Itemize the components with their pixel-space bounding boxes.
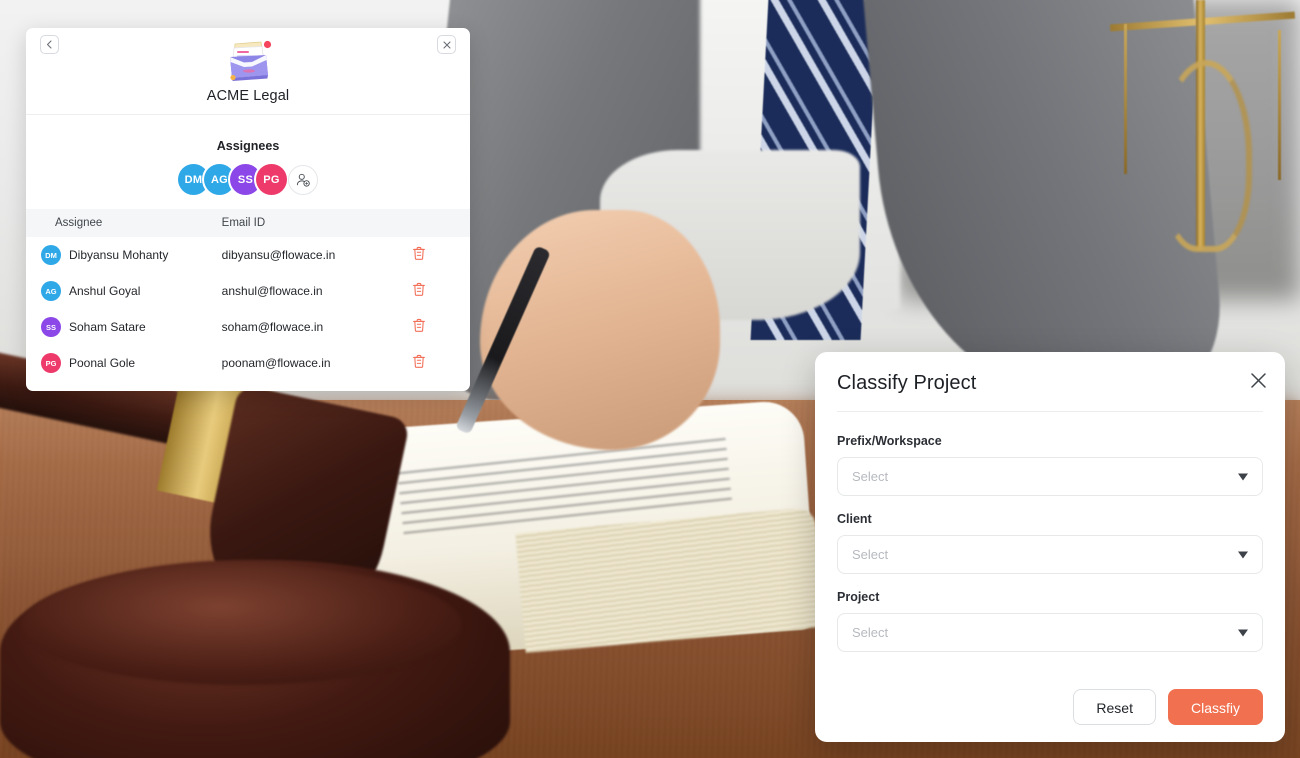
trash-icon [412, 282, 425, 296]
delete-assignee-button[interactable] [412, 282, 426, 297]
card-footer [26, 381, 470, 391]
close-card-button[interactable] [437, 35, 456, 54]
assignees-card: ACME Legal Assignees DM AG SS PG Assigne… [26, 28, 470, 391]
avatar: DM [41, 245, 61, 265]
table-body: DM Dibyansu Mohanty dibyansu@flowace.in AG A… [26, 237, 470, 381]
close-icon [1251, 373, 1266, 388]
scales-of-justice-frame [1160, 60, 1252, 252]
table-row: DM Dibyansu Mohanty dibyansu@flowace.in [26, 237, 470, 273]
assignee-avatar[interactable]: PG [256, 164, 287, 195]
card-header: ACME Legal [26, 28, 470, 115]
trash-icon [412, 318, 425, 332]
email-cell: dibyansu@flowace.in [221, 248, 336, 262]
table-row: PG Poonal Gole poonam@flowace.in [26, 345, 470, 381]
actions-cell [412, 309, 470, 345]
select-value: Select [852, 469, 889, 484]
assignee-cell: DM Dibyansu Mohanty [26, 237, 222, 273]
inbox-tray-illustration [230, 40, 272, 81]
trash-icon [412, 354, 425, 368]
back-button[interactable] [40, 35, 59, 54]
add-person-icon [296, 173, 310, 187]
field-label: Client [837, 512, 872, 526]
form-field: Client Select [837, 512, 1263, 574]
close-icon [442, 40, 451, 49]
assignee-name: Anshul Goyal [69, 284, 141, 298]
dialog-header: Classify Project [815, 352, 1285, 395]
form-field: Project Select [837, 590, 1263, 652]
trash-icon [412, 246, 425, 260]
select-input[interactable]: Select [837, 457, 1263, 496]
table-header-row: Assignee Email ID [26, 209, 470, 237]
scales-chain-left [1124, 24, 1127, 174]
email-cell: poonam@flowace.in [221, 356, 331, 370]
actions-cell [412, 237, 470, 273]
dialog-close-button[interactable] [1250, 372, 1267, 389]
assignee-avatar-group: DM AG SS PG [26, 153, 470, 209]
brand-name: ACME Legal [206, 88, 290, 104]
add-assignee-button[interactable] [288, 164, 318, 195]
select-input[interactable]: Select [837, 613, 1263, 652]
classify-button[interactable]: Classfiy [1167, 689, 1263, 725]
select-value: Select [852, 625, 889, 640]
assignee-name: Soham Satare [69, 320, 146, 334]
column-header-actions [411, 209, 470, 237]
chevron-down-icon [1238, 629, 1248, 636]
delete-assignee-button[interactable] [412, 246, 426, 261]
assignee-cell: SS Soham Satare [26, 309, 222, 345]
inbox-tray-icon [222, 38, 274, 84]
actions-cell [412, 345, 470, 381]
column-header-assignee: Assignee [26, 209, 222, 237]
assignee-name: Poonal Gole [69, 356, 136, 370]
email-cell: anshul@flowace.in [221, 284, 323, 298]
screen: ACME Legal Assignees DM AG SS PG Assigne… [0, 0, 1300, 758]
reset-button[interactable]: Reset [1073, 689, 1156, 725]
dialog-title: Classify Project [837, 372, 977, 394]
select-input[interactable]: Select [837, 535, 1263, 574]
field-label: Prefix/Workspace [837, 434, 942, 448]
scales-chain-right [1278, 30, 1281, 180]
select-value: Select [852, 547, 889, 562]
table-row: AG Anshul Goyal anshul@flowace.in [26, 273, 470, 309]
email-cell: soham@flowace.in [221, 320, 324, 334]
dialog-body: Prefix/Workspace Select Client Select Projec… [815, 412, 1285, 652]
form-field: Prefix/Workspace Select [837, 434, 1263, 496]
field-label: Project [837, 590, 880, 604]
assignees-table: Assignee Email ID DM Dibyansu Mohanty diby… [26, 209, 470, 381]
assignees-heading: Assignees [216, 139, 280, 153]
classify-project-dialog: Classify Project Prefix/Workspace Select C… [815, 352, 1285, 742]
avatar: SS [41, 317, 61, 337]
actions-cell [412, 273, 470, 309]
avatar: PG [41, 353, 61, 373]
chevron-down-icon [1238, 473, 1248, 480]
assignee-cell: AG Anshul Goyal [26, 273, 222, 309]
column-header-email: Email ID [221, 209, 412, 237]
table-row: SS Soham Satare soham@flowace.in [26, 309, 470, 345]
chevron-down-icon [1238, 551, 1248, 558]
gavel-sound-block-top [22, 565, 462, 685]
dialog-actions: Reset Classfiy [1073, 689, 1263, 725]
delete-assignee-button[interactable] [412, 318, 426, 333]
avatar: AG [41, 281, 61, 301]
delete-assignee-button[interactable] [412, 354, 426, 369]
table-header: Assignee Email ID [26, 209, 470, 237]
assignee-cell: PG Poonal Gole [26, 345, 222, 381]
assignee-name: Dibyansu Mohanty [69, 248, 169, 262]
chevron-left-icon [46, 40, 52, 49]
